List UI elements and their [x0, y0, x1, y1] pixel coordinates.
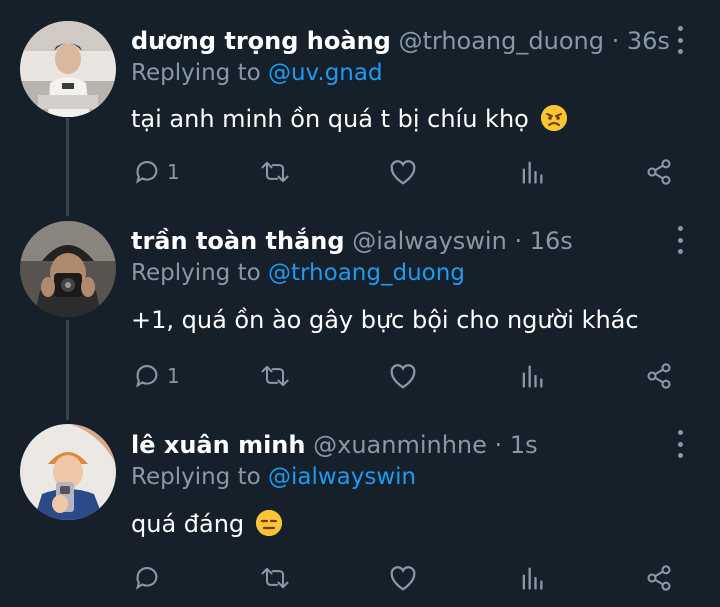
share-icon — [647, 565, 671, 591]
analytics-button[interactable] — [518, 158, 546, 186]
tweet[interactable]: trần toàn thắng @ialwayswin · 16s Replyi… — [0, 200, 720, 404]
like-button[interactable] — [388, 158, 418, 186]
user-handle[interactable]: @ialwayswin — [352, 227, 507, 255]
avatar[interactable] — [20, 424, 116, 520]
mention-link[interactable]: @trhoang_duong — [268, 260, 465, 286]
avatar[interactable] — [20, 21, 116, 117]
reply-icon — [136, 161, 158, 184]
expressionless-face-icon — [255, 510, 282, 536]
heart-icon — [390, 160, 416, 185]
replying-to-label: Replying to — [131, 260, 261, 286]
replying-to-label: Replying to — [131, 60, 261, 86]
more-options-icon[interactable] — [672, 226, 688, 254]
retweet-button[interactable] — [259, 564, 291, 592]
tweet[interactable]: lê xuân minh @xuanminhne · 1s Replying t… — [0, 404, 720, 607]
analytics-icon — [522, 161, 543, 184]
share-icon — [647, 363, 671, 389]
retweet-icon — [261, 161, 289, 183]
tweet-header: dương trọng hoàng @trhoang_duong · 36s — [131, 26, 670, 56]
display-name[interactable]: dương trọng hoàng — [131, 27, 391, 55]
separator-dot: · — [514, 227, 523, 255]
tweet-text: tại anh minh ồn quá t bị chíu khọ — [131, 104, 567, 134]
replying-to: Replying to @uv.gnad — [131, 58, 383, 88]
heart-icon — [390, 566, 416, 591]
reply-count: 1 — [167, 364, 180, 388]
angry-face-icon — [540, 105, 567, 131]
mention-link[interactable]: @uv.gnad — [268, 60, 383, 86]
retweet-icon — [261, 567, 289, 589]
tweet[interactable]: dương trọng hoàng @trhoang_duong · 36s R… — [0, 0, 720, 200]
more-options-icon[interactable] — [672, 26, 688, 54]
heart-icon — [390, 364, 416, 389]
reply-button[interactable]: 1 — [133, 158, 180, 186]
tweet-text: +1, quá ồn ào gây bực bội cho người khác — [131, 305, 639, 335]
timestamp[interactable]: 16s — [530, 227, 573, 255]
display-name[interactable]: lê xuân minh — [131, 431, 305, 459]
reply-count: 1 — [167, 160, 180, 184]
user-handle[interactable]: @xuanminhne — [313, 431, 487, 459]
replying-to: Replying to @trhoang_duong — [131, 258, 465, 288]
analytics-icon — [522, 365, 543, 388]
tweet-text-content: quá đáng — [131, 510, 245, 538]
tweet-text-content: tại anh minh ồn quá t bị chíu khọ — [131, 105, 529, 133]
replying-to: Replying to @ialwayswin — [131, 462, 416, 492]
share-button[interactable] — [645, 158, 673, 186]
analytics-button[interactable] — [518, 362, 546, 390]
user-handle[interactable]: @trhoang_duong — [398, 27, 603, 55]
timestamp[interactable]: 36s — [627, 27, 670, 55]
share-button[interactable] — [645, 362, 673, 390]
avatar[interactable] — [20, 221, 116, 317]
tweet-actions — [0, 560, 720, 600]
analytics-icon — [522, 567, 543, 590]
tweet-actions: 1 — [0, 154, 720, 194]
tweet-header: trần toàn thắng @ialwayswin · 16s — [131, 226, 573, 256]
tweet-text-content: +1, quá ồn ào gây bực bội cho người khác — [131, 306, 639, 334]
replying-to-label: Replying to — [131, 464, 261, 490]
reply-icon — [136, 365, 158, 388]
mention-link[interactable]: @ialwayswin — [268, 464, 416, 490]
reply-button[interactable] — [133, 564, 167, 592]
display-name[interactable]: trần toàn thắng — [131, 227, 345, 255]
separator-dot: · — [494, 431, 503, 459]
more-options-icon[interactable] — [672, 430, 688, 458]
reply-icon — [136, 567, 158, 590]
share-button[interactable] — [645, 564, 673, 592]
retweet-button[interactable] — [259, 362, 291, 390]
tweet-text: quá đáng — [131, 509, 282, 539]
timestamp[interactable]: 1s — [510, 431, 538, 459]
like-button[interactable] — [388, 564, 418, 592]
like-button[interactable] — [388, 362, 418, 390]
retweet-button[interactable] — [259, 158, 291, 186]
separator-dot: · — [611, 27, 620, 55]
analytics-button[interactable] — [518, 564, 546, 592]
share-icon — [647, 159, 671, 185]
reply-button[interactable]: 1 — [133, 362, 180, 390]
retweet-icon — [261, 365, 289, 387]
tweet-header: lê xuân minh @xuanminhne · 1s — [131, 430, 538, 460]
tweet-actions: 1 — [0, 358, 720, 398]
